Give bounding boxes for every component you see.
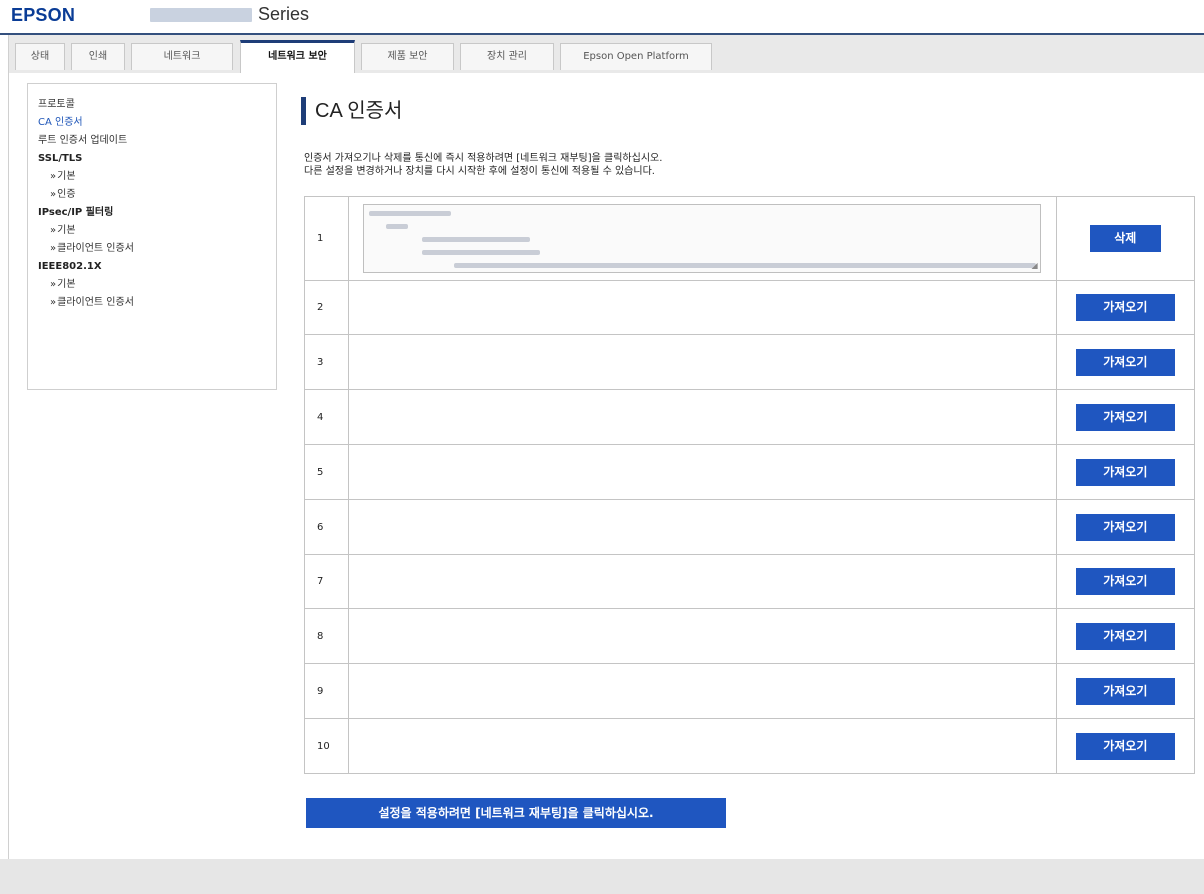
- action-cell: 삭제: [1055, 196, 1196, 281]
- certificate-content-cell: [347, 444, 1057, 500]
- tab-network[interactable]: 네트워크: [131, 43, 233, 70]
- sidebar-item-ssl-certificate[interactable]: 인증: [38, 186, 276, 204]
- import-button[interactable]: 가져오기: [1075, 732, 1175, 760]
- action-cell: 가져오기: [1055, 499, 1196, 555]
- certificate-text-line: [385, 224, 408, 229]
- import-button[interactable]: 가져오기: [1075, 458, 1175, 486]
- table-row: 6 가져오기: [304, 499, 1196, 555]
- sidebar-item-ipsec-client-certificate[interactable]: 클라이언트 인증서: [38, 240, 276, 258]
- certificate-content-cell: [347, 334, 1057, 390]
- sidebar-item-ieee-basic[interactable]: 기본: [38, 276, 276, 294]
- tab-status[interactable]: 상태: [15, 43, 65, 70]
- sidebar: 프로토콜 CA 인증서 루트 인증서 업데이트 SSL/TLS 기본 인증 IP…: [27, 83, 277, 390]
- resize-handle-icon[interactable]: ◢: [1032, 262, 1038, 270]
- action-cell: 가져오기: [1055, 554, 1196, 609]
- row-number: 1: [304, 196, 349, 281]
- certificate-content-cell: [347, 663, 1057, 719]
- model-name-redacted: [150, 8, 252, 22]
- table-row: 8 가져오기: [304, 608, 1196, 664]
- row-number: 6: [304, 499, 349, 555]
- tab-epson-open-platform[interactable]: Epson Open Platform: [560, 43, 712, 70]
- certificate-content-cell: [347, 608, 1057, 664]
- action-cell: 가져오기: [1055, 663, 1196, 719]
- table-row: 7 가져오기: [304, 554, 1196, 609]
- import-button[interactable]: 가져오기: [1075, 622, 1175, 650]
- table-row: 5 가져오기: [304, 444, 1196, 500]
- sidebar-item-ssl-basic[interactable]: 기본: [38, 168, 276, 186]
- epson-logo: EPSON: [11, 5, 76, 25]
- certificate-content-cell: [347, 280, 1057, 335]
- certificate-table: 1 ◢ 삭제 2 가져오기 3 가져오기 4 가져오기 5 가져오기 6 가져오…: [304, 196, 1196, 774]
- action-cell: 가져오기: [1055, 280, 1196, 335]
- certificate-text-line: [421, 250, 540, 255]
- certificate-content-cell: [347, 499, 1057, 555]
- tab-network-security[interactable]: 네트워크 보안: [240, 40, 355, 73]
- description: 인증서 가져오기나 삭제를 통신에 즉시 적용하려면 [네트워크 재부팅]을 클…: [304, 152, 1184, 178]
- action-cell: 가져오기: [1055, 389, 1196, 445]
- action-cell: 가져오기: [1055, 608, 1196, 664]
- sidebar-item-protocol[interactable]: 프로토콜: [38, 96, 276, 114]
- sidebar-item-root-certificate-update[interactable]: 루트 인증서 업데이트: [38, 132, 276, 150]
- tab-print[interactable]: 인쇄: [71, 43, 125, 70]
- sidebar-section-ipsec-filtering: IPsec/IP 필터링: [38, 207, 114, 218]
- certificate-text-line: [421, 237, 530, 242]
- sidebar-item-ipsec-basic[interactable]: 기본: [38, 222, 276, 240]
- row-number: 8: [304, 608, 349, 664]
- certificate-text-area[interactable]: ◢: [362, 204, 1041, 273]
- table-row: 2 가져오기: [304, 280, 1196, 335]
- page-title: CA 인증서: [315, 100, 403, 122]
- import-button[interactable]: 가져오기: [1075, 513, 1175, 541]
- certificate-content-cell: [347, 554, 1057, 609]
- row-number: 10: [304, 718, 349, 774]
- delete-button[interactable]: 삭제: [1089, 225, 1161, 252]
- import-button[interactable]: 가져오기: [1075, 403, 1175, 431]
- import-button[interactable]: 가져오기: [1075, 568, 1175, 595]
- sidebar-section-ieee8021x: IEEE802.1X: [38, 261, 102, 272]
- description-line-2: 다른 설정을 변경하거나 장치를 다시 시작한 후에 설정이 통신에 적용될 수…: [304, 166, 655, 177]
- tab-bar: 상태 인쇄 네트워크 네트워크 보안 제품 보안 장치 관리 Epson Ope…: [8, 35, 1204, 73]
- title-accent-bar: [301, 97, 306, 125]
- sidebar-item-ieee-client-certificate[interactable]: 클라이언트 인증서: [38, 294, 276, 312]
- table-row: 3 가져오기: [304, 334, 1196, 390]
- certificate-content-cell: ◢: [347, 196, 1057, 281]
- row-number: 3: [304, 334, 349, 390]
- table-row: 1 ◢ 삭제: [304, 196, 1196, 281]
- tab-product-security[interactable]: 제품 보안: [361, 43, 454, 70]
- network-reboot-apply-button[interactable]: 설정을 적용하려면 [네트워크 재부팅]을 클릭하십시오.: [306, 798, 726, 828]
- table-row: 9 가져오기: [304, 663, 1196, 719]
- description-line-1: 인증서 가져오기나 삭제를 통신에 즉시 적용하려면 [네트워크 재부팅]을 클…: [304, 153, 663, 164]
- table-row: 10 가져오기: [304, 718, 1196, 774]
- header: EPSON Series: [0, 0, 1204, 35]
- certificate-content-cell: [347, 389, 1057, 445]
- certificate-content-cell: [347, 718, 1057, 774]
- action-cell: 가져오기: [1055, 718, 1196, 774]
- table-row: 4 가져오기: [304, 389, 1196, 445]
- tab-device-management[interactable]: 장치 관리: [460, 43, 554, 70]
- row-number: 5: [304, 444, 349, 500]
- import-button[interactable]: 가져오기: [1075, 294, 1175, 321]
- row-number: 9: [304, 663, 349, 719]
- import-button[interactable]: 가져오기: [1075, 677, 1175, 705]
- action-cell: 가져오기: [1055, 334, 1196, 390]
- import-button[interactable]: 가져오기: [1075, 348, 1175, 376]
- footer-bar: [0, 859, 1204, 894]
- sidebar-item-ca-certificate[interactable]: CA 인증서: [38, 114, 276, 132]
- action-cell: 가져오기: [1055, 444, 1196, 500]
- certificate-text-line: [453, 263, 1036, 268]
- row-number: 7: [304, 554, 349, 609]
- sidebar-section-ssl-tls: SSL/TLS: [38, 153, 83, 164]
- row-number: 2: [304, 280, 349, 335]
- series-label: Series: [258, 4, 310, 24]
- certificate-text-line: [368, 211, 451, 216]
- row-number: 4: [304, 389, 349, 445]
